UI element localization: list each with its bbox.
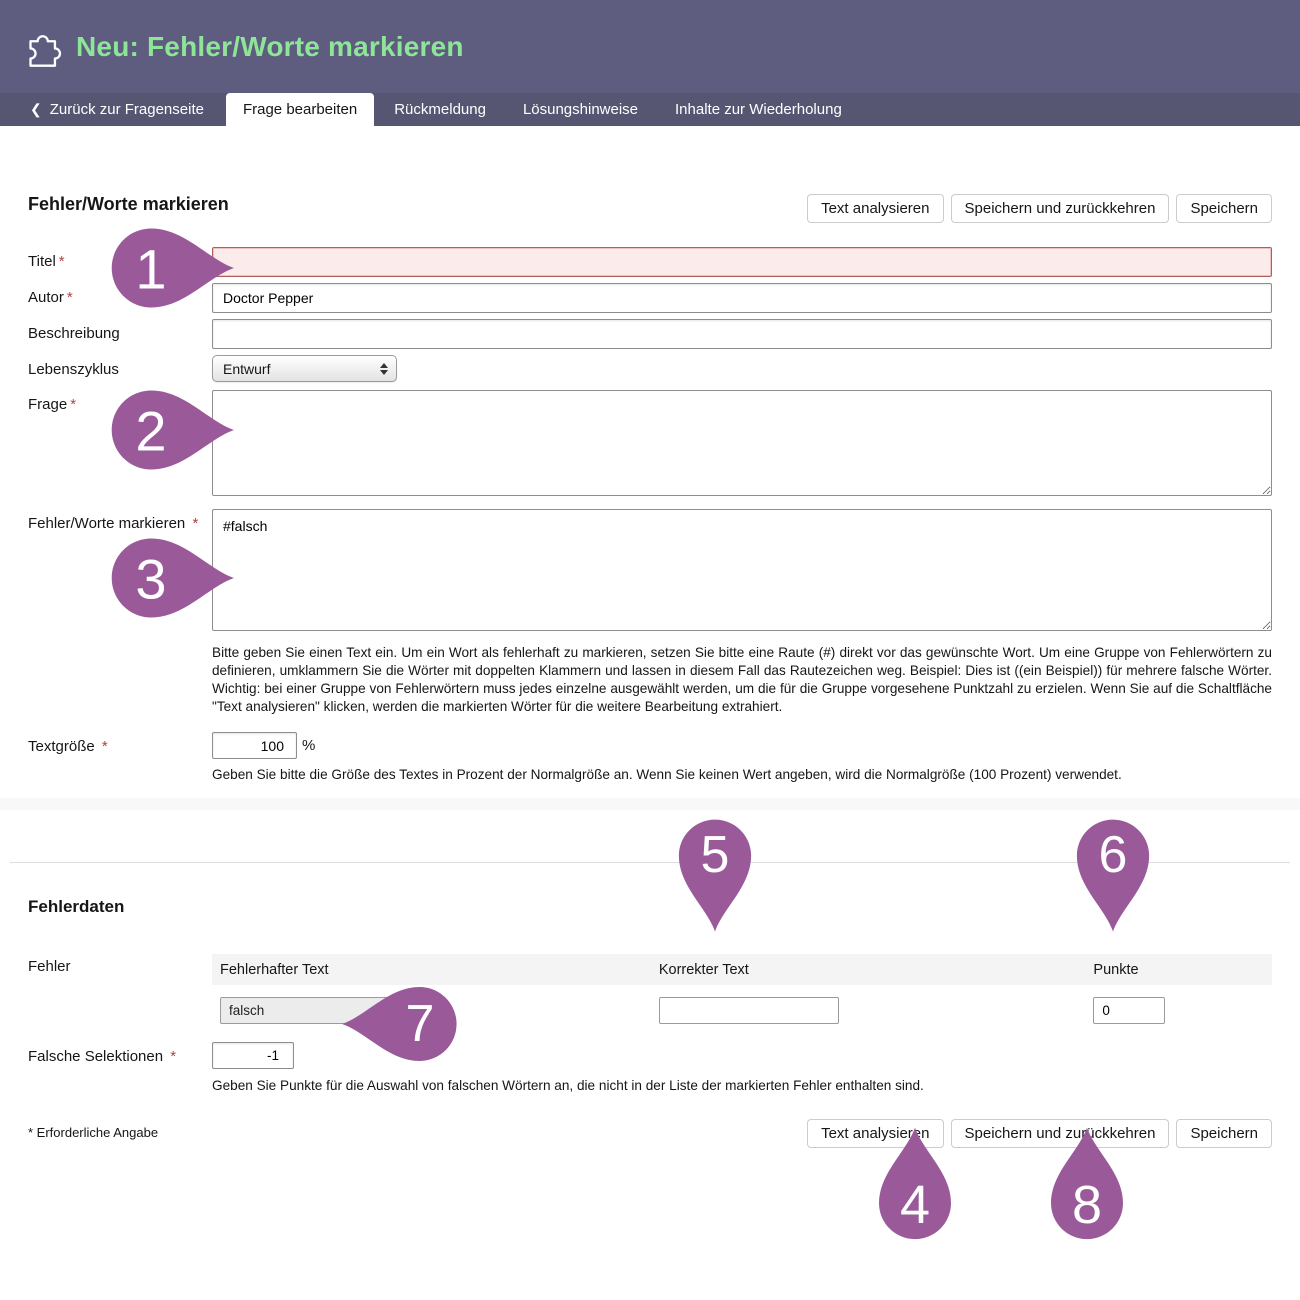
speichern-button-top[interactable]: Speichern [1176,194,1272,223]
lebenszyklus-label: Lebenszyklus [0,355,212,382]
fehlerhafter-text-input [220,997,400,1024]
textgroesse-input[interactable] [212,732,297,759]
autor-input[interactable] [212,283,1272,313]
back-link-label: Zurück zur Fragenseite [50,101,204,118]
textgroesse-help: Geben Sie bitte die Größe des Textes in … [212,767,1272,782]
beschreibung-label: Beschreibung [0,319,212,349]
speichern-zurueckkehren-button-top[interactable]: Speichern und zurückkehren [951,194,1170,223]
col-fehlerhafter-text: Fehlerhafter Text [212,962,651,978]
required-asterisk: * [192,515,198,532]
app-header: Neu: Fehler/Worte markieren [0,0,1300,93]
col-korrekter-text: Korrekter Text [651,962,1086,978]
frage-label: Frage* [0,390,212,501]
korrekter-text-input[interactable] [659,997,839,1024]
speichern-button-bottom[interactable]: Speichern [1176,1119,1272,1148]
titel-label: Titel* [0,247,212,277]
fehler-worte-label: Fehler/Worte markieren * [0,509,212,716]
tab-rueckmeldung[interactable]: Rückmeldung [377,93,503,126]
form-footer-strip [0,798,1300,810]
falsche-selektionen-help: Geben Sie Punkte für die Auswahl von fal… [212,1078,1272,1093]
fehler-label: Fehler [0,954,212,1028]
page: Neu: Fehler/Worte markieren ❮ Zurück zur… [0,0,1300,1300]
autor-label: Autor* [0,283,212,313]
required-asterisk: * [170,1048,176,1065]
tab-bar: ❮ Zurück zur Fragenseite Frage bearbeite… [0,93,1300,127]
bottom-button-group: Text analysieren Speichern und zurückkeh… [807,1119,1272,1148]
lebenszyklus-select[interactable]: Entwurf [212,355,397,382]
textgroesse-label: Textgröße * [0,732,212,759]
frage-textarea[interactable] [212,390,1272,496]
section-divider [10,862,1290,863]
falsche-selektionen-label: Falsche Selektionen * [0,1042,212,1093]
fehlerdaten-section-title: Fehlerdaten [28,897,1300,917]
error-table-header: Fehlerhafter Text Korrekter Text Punkte [212,954,1272,985]
fehler-worte-help: Bitte geben Sie einen Text ein. Um ein W… [212,644,1272,716]
form-section-title: Fehler/Worte markieren [28,194,229,215]
main-content: Fehler/Worte markieren Text analysieren … [0,128,1300,1148]
required-asterisk: * [70,396,76,413]
col-punkte: Punkte [1085,962,1272,978]
question-form: Titel* Autor* Beschreibung [0,247,1300,782]
falsche-selektionen-input[interactable] [212,1042,294,1069]
text-analysieren-button-bottom[interactable]: Text analysieren [807,1119,943,1148]
puzzle-icon [18,23,66,71]
back-chevron-icon: ❮ [30,102,42,116]
page-title: Neu: Fehler/Worte markieren [76,31,464,63]
top-button-group: Text analysieren Speichern und zurückkeh… [807,194,1272,223]
tab-frage-bearbeiten[interactable]: Frage bearbeiten [226,93,374,126]
punkte-input[interactable] [1093,997,1165,1024]
text-analysieren-button-top[interactable]: Text analysieren [807,194,943,223]
percent-unit: % [302,737,315,754]
select-arrows-icon [380,363,388,375]
beschreibung-input[interactable] [212,319,1272,349]
back-to-questions-link[interactable]: ❮ Zurück zur Fragenseite [0,93,226,126]
required-note: * Erforderliche Angabe [28,1119,158,1140]
fehler-worte-textarea[interactable]: #falsch [212,509,1272,631]
required-asterisk: * [59,253,65,270]
required-asterisk: * [67,289,73,306]
tab-inhalte-wiederholung[interactable]: Inhalte zur Wiederholung [658,93,859,126]
required-asterisk: * [102,738,108,755]
speichern-zurueckkehren-button-bottom[interactable]: Speichern und zurückkehren [951,1119,1170,1148]
error-table-row [212,985,1272,1028]
tab-loesungshinweise[interactable]: Lösungshinweise [506,93,655,126]
titel-input[interactable] [212,247,1272,277]
